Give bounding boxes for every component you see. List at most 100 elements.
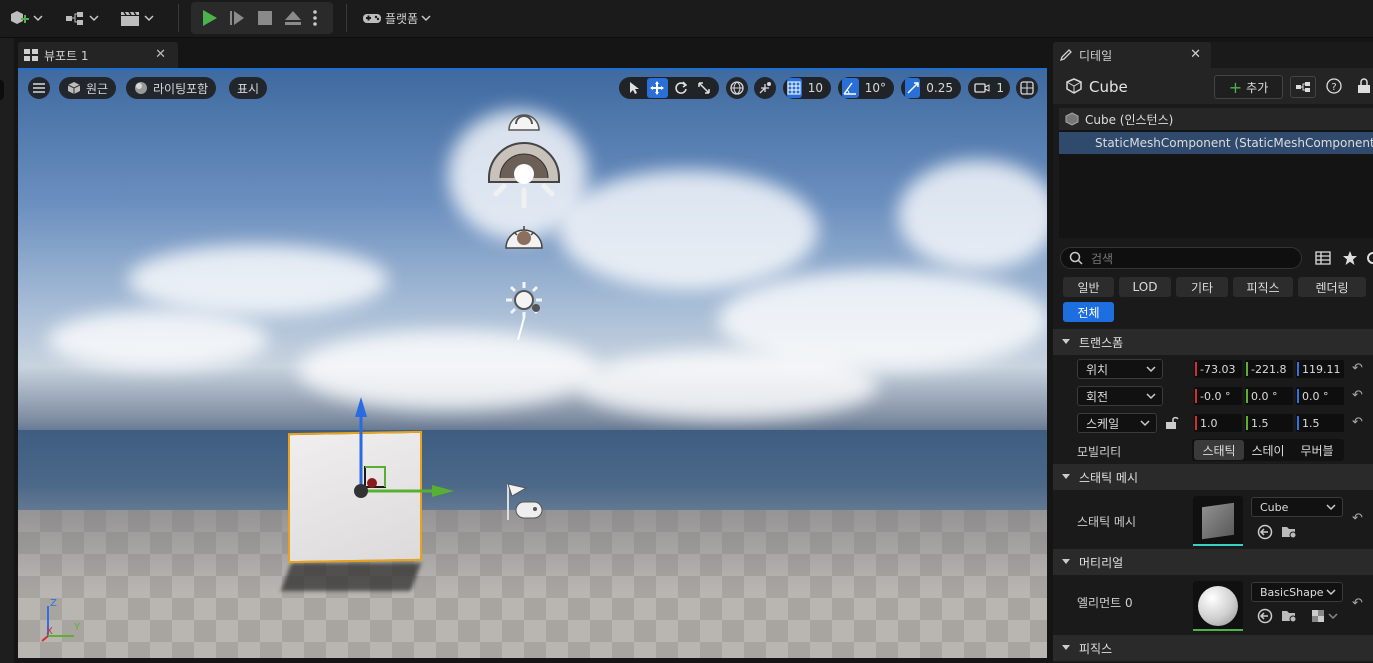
chevron-down-icon [1326,589,1336,596]
location-x-input[interactable]: -73.03 [1194,360,1242,378]
category-rendering[interactable]: 렌더링 [1298,277,1366,297]
viewport-menu-button[interactable] [28,77,50,99]
play-icon[interactable] [199,8,219,28]
grid-snap-toggle[interactable] [787,78,802,98]
texture-options-icon[interactable] [1311,608,1339,624]
static-mesh-thumbnail[interactable] [1193,496,1243,546]
collapsed-panel-handle[interactable] [0,80,4,100]
perspective-button[interactable]: 원근 [59,77,117,99]
scale-mode-dropdown[interactable]: 스케일 [1077,413,1157,433]
left-side-strip [0,38,14,663]
physics-section-header[interactable]: 피직스 [1053,635,1373,661]
blueprint-menu[interactable] [64,6,99,30]
category-all[interactable]: 전체 [1063,302,1114,322]
reset-material-icon[interactable]: ↶ [1352,596,1363,611]
location-mode-dropdown[interactable]: 위치 [1077,359,1163,379]
view-mode-button[interactable]: 라이팅포함 [126,77,217,99]
rotation-x-input[interactable]: -0.0 ° [1194,387,1242,405]
scale-tool[interactable] [694,78,716,98]
axis-x-label: X [46,626,53,637]
category-general[interactable]: 일반 [1063,277,1114,297]
category-misc[interactable]: 기타 [1176,277,1228,297]
camera-speed-button[interactable] [972,78,992,98]
svg-text:?: ? [1331,82,1336,93]
transform-section-header[interactable]: 트랜스폼 [1053,329,1373,355]
surface-snap-toggle[interactable] [754,77,776,99]
tree-item-component[interactable]: StaticMeshComponent (StaticMeshComponent… [1059,132,1373,154]
rotation-y-input[interactable]: 0.0 ° [1245,387,1293,405]
add-actor-menu[interactable] [8,6,43,30]
scale-snap-toggle[interactable] [905,78,921,98]
eject-icon[interactable] [283,8,303,28]
translate-tool[interactable] [646,78,668,98]
close-icon[interactable]: ✕ [1190,47,1201,62]
camera-icon [974,83,990,93]
grid-snap-value[interactable]: 10 [804,81,827,95]
tree-item-actor[interactable]: Cube (인스턴스) [1059,108,1373,130]
mobility-movable-option[interactable]: 무버블 [1292,440,1342,460]
viewport-tab[interactable]: 뷰포트 1 ✕ [18,42,178,68]
rotation-mode-dropdown[interactable]: 회전 [1077,386,1163,406]
stop-icon[interactable] [255,8,275,28]
scale-label: 스케일 [1086,416,1120,431]
cube-add-icon [11,11,29,24]
rotation-z-input[interactable]: 0.0 ° [1296,387,1344,405]
table-view-icon[interactable] [1315,250,1331,266]
more-options-icon[interactable] [310,8,320,28]
world-local-toggle[interactable] [726,77,748,99]
sky-atmosphere-icon[interactable] [505,108,543,132]
axis-y-label: Y [74,622,81,633]
platform-menu[interactable]: 플랫폼 [362,6,431,30]
directional-light-icon[interactable] [486,138,562,214]
scale-y-input[interactable]: 1.5 [1245,414,1293,432]
unlock-icon[interactable] [1165,416,1179,430]
reset-scale-icon[interactable]: ↶ [1352,415,1363,430]
location-y-input[interactable]: -221.8 [1245,360,1293,378]
reset-location-icon[interactable]: ↶ [1352,361,1363,376]
mobility-static-option[interactable]: 스태틱 [1194,440,1244,460]
close-icon[interactable]: ✕ [155,47,166,62]
scale-x-input[interactable]: 1.0 [1194,414,1242,432]
scale-z-input[interactable]: 1.5 [1296,414,1344,432]
blueprint-convert-button[interactable] [1290,76,1316,98]
details-tab[interactable]: 디테일 ✕ [1053,42,1211,68]
material-dropdown[interactable]: BasicShape [1251,582,1343,602]
settings-gear-icon[interactable] [1366,250,1373,266]
material-thumbnail[interactable] [1193,581,1243,631]
scale-snap-value[interactable]: 0.25 [922,81,957,95]
level-viewport[interactable]: 원근 라이팅포함 표시 10 10° 0.25 1 Z Y X [18,68,1047,658]
browse-asset-icon[interactable] [1281,608,1299,624]
player-start-icon[interactable] [502,480,546,522]
help-icon[interactable]: ? [1326,78,1342,94]
category-lod[interactable]: LOD [1119,277,1171,297]
sky-light-icon[interactable] [504,218,544,252]
select-tool[interactable] [623,78,645,98]
rotation-snap-value[interactable]: 10° [861,81,890,95]
use-selected-asset-icon[interactable] [1257,524,1273,540]
materials-section-header[interactable]: 머티리얼 [1053,549,1373,575]
category-physics[interactable]: 피직스 [1233,277,1293,297]
location-z-input[interactable]: 119.11 [1296,360,1344,378]
favorites-star-icon[interactable] [1342,250,1358,266]
reset-rotation-icon[interactable]: ↶ [1352,388,1363,403]
view-mode-label: 라이팅포함 [153,81,209,96]
static-mesh-dropdown[interactable]: Cube [1251,497,1343,517]
translate-gizmo[interactable] [338,395,488,505]
browse-asset-icon[interactable] [1281,524,1299,540]
use-selected-asset-icon[interactable] [1257,608,1273,624]
rotate-tool[interactable] [670,78,692,98]
static-mesh-section-header[interactable]: 스태틱 메시 [1053,464,1373,490]
add-component-button[interactable]: + 추가 [1214,75,1283,99]
advance-frame-icon[interactable] [227,8,247,28]
rotation-snap-toggle[interactable] [842,78,859,98]
camera-speed-value[interactable]: 1 [994,81,1006,95]
scale-icon [698,82,710,94]
lock-icon[interactable] [1357,78,1371,94]
show-button[interactable]: 표시 [229,77,268,99]
exponential-fog-icon[interactable] [502,278,546,344]
property-search-input[interactable]: 검색 [1060,247,1302,269]
reset-static-mesh-icon[interactable]: ↶ [1352,511,1363,526]
cinematics-menu[interactable] [119,6,154,30]
layout-button[interactable] [1016,77,1038,99]
mobility-stationary-option[interactable]: 스테이 [1244,440,1292,460]
